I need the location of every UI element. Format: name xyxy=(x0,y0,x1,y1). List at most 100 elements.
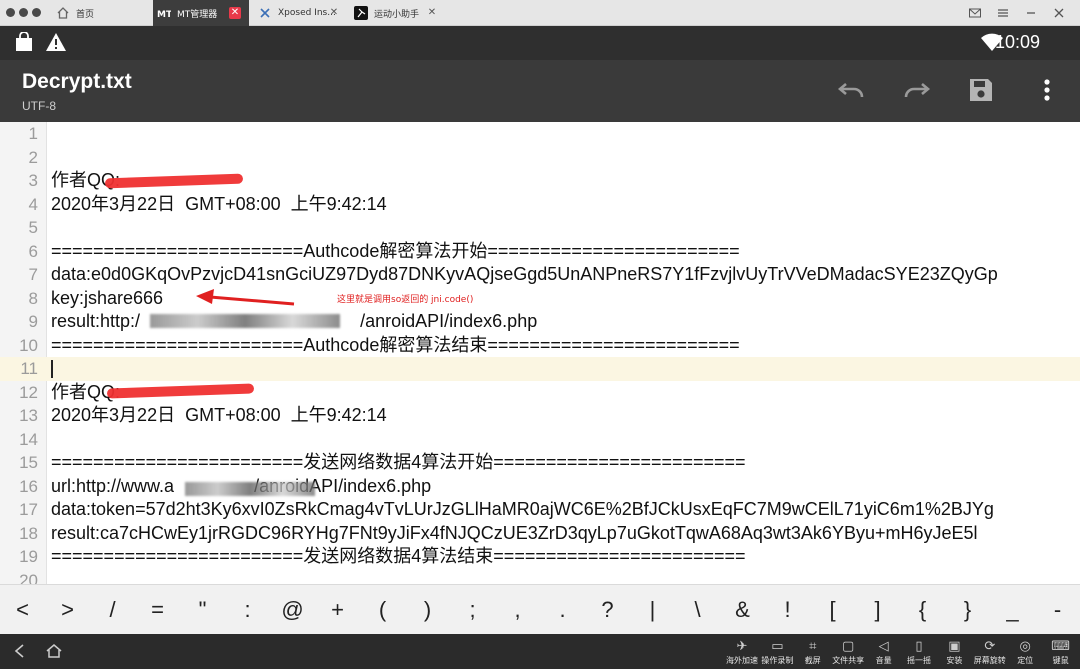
symbol-key[interactable]: \ xyxy=(675,585,720,635)
symbol-key[interactable]: ( xyxy=(360,585,405,635)
tab-mt-manager[interactable]: MT MT管理器 ✕ xyxy=(153,0,249,26)
text-editor[interactable]: 1 2 3 作者QQ: 4 2020年3月22日 GMT+08:00 上午9:42:14 5… xyxy=(0,122,1080,584)
symbol-key[interactable]: [ xyxy=(810,585,855,635)
toolbar-label: 文件共享 xyxy=(832,656,865,665)
symbol-key[interactable]: } xyxy=(945,585,990,635)
toolbar-button[interactable]: ◁ 音量 xyxy=(864,637,904,666)
symbol-key[interactable]: & xyxy=(720,585,765,635)
symbol-shortcut-bar: < > / = ": @ +();,.? | \ &![]{} _ - xyxy=(0,584,1080,635)
toolbar-button[interactable]: ✈ 海外加速 xyxy=(722,637,762,666)
symbol-key[interactable]: ] xyxy=(855,585,900,635)
close-icon[interactable]: ✕ xyxy=(229,7,241,19)
window-dot-2[interactable] xyxy=(19,8,28,17)
toolbar-label: 海外加速 xyxy=(726,656,758,665)
symbol-key[interactable]: ; xyxy=(450,585,495,635)
tab-label: 运动小助手 xyxy=(374,9,420,20)
window-dot-1[interactable] xyxy=(6,8,15,17)
toolbar-label: 定位 xyxy=(1017,656,1034,665)
shake-icon: ▯ xyxy=(915,638,923,654)
toolbar-button[interactable]: ▭ 操作录制 xyxy=(757,637,797,666)
toolbar-button[interactable]: ◎ 定位 xyxy=(1005,637,1045,666)
editor-line[interactable]: 6 ========================Authcode解密算法开始=… xyxy=(0,240,1080,264)
symbol-key[interactable]: @ xyxy=(270,585,315,635)
tab-xposed[interactable]: Xposed Ins... ✕ xyxy=(252,0,348,26)
symbol-key[interactable]: | xyxy=(630,585,675,635)
symbol-key[interactable]: " xyxy=(180,585,225,635)
undo-icon xyxy=(837,80,867,104)
more-options-button[interactable] xyxy=(1029,74,1065,110)
editor-line[interactable]: 1 xyxy=(0,122,1080,146)
rotate-icon: ⟳ xyxy=(984,638,996,654)
symbol-key[interactable]: ! xyxy=(765,585,810,635)
line-text: 2020年3月22日 GMT+08:00 上午9:42:14 xyxy=(51,193,387,214)
symbol-key[interactable]: : xyxy=(225,585,270,635)
line-number: 7 xyxy=(28,265,38,284)
editor-line[interactable]: 10 ========================Authcode解密算法结束… xyxy=(0,334,1080,358)
symbol-key[interactable]: ? xyxy=(585,585,630,635)
toolbar-button[interactable]: ▯ 摇一摇 xyxy=(899,637,939,666)
record-icon: ▭ xyxy=(771,638,784,654)
close-icon[interactable]: ✕ xyxy=(426,7,438,19)
warning-icon xyxy=(45,32,67,56)
line-text: ========================发送网络数据4算法结束=====… xyxy=(51,546,746,566)
symbol-key[interactable]: / xyxy=(90,585,135,635)
minimize-icon[interactable] xyxy=(1024,5,1038,24)
menu-icon[interactable] xyxy=(996,5,1010,24)
editor-line[interactable]: 14 xyxy=(0,428,1080,452)
save-button[interactable] xyxy=(963,74,999,110)
home-nav-icon[interactable] xyxy=(45,643,63,663)
editor-line[interactable]: 15 ========================发送网络数据4算法开始===… xyxy=(0,451,1080,475)
symbol-key[interactable]: _ xyxy=(990,585,1035,635)
line-number: 11 xyxy=(20,359,38,378)
toolbar-label: 屏幕旋转 xyxy=(973,656,1006,665)
editor-line[interactable]: 13 2020年3月22日 GMT+08:00 上午9:42:14 xyxy=(0,404,1080,428)
editor-line[interactable]: 7 data:e0d0GKqOvPzvjcD41snGciUZ97Dyd87DNK… xyxy=(0,263,1080,287)
symbol-key[interactable]: < xyxy=(0,585,45,635)
symbol-key[interactable]: - xyxy=(1035,585,1080,635)
mt-app-icon: MT xyxy=(157,6,171,20)
symbol-key[interactable]: , xyxy=(495,585,540,635)
line-number: 5 xyxy=(28,218,38,237)
line-number: 9 xyxy=(28,312,38,331)
editor-line[interactable]: 5 xyxy=(0,216,1080,240)
line-number: 2 xyxy=(28,147,38,167)
symbol-key[interactable]: ) xyxy=(405,585,450,635)
toolbar-button[interactable]: ▢ 文件共享 xyxy=(828,637,868,666)
tab-sport-helper[interactable]: 运动小助手 ✕ xyxy=(350,0,446,26)
editor-line[interactable]: 18 result:ca7cHCwEy1jrRGDC96RYHg7FNt9yJiF… xyxy=(0,522,1080,546)
symbol-key[interactable]: > xyxy=(45,585,90,635)
close-icon[interactable]: ✕ xyxy=(328,7,340,19)
editor-line[interactable]: 11 xyxy=(0,357,1080,381)
line-number: 4 xyxy=(28,194,38,214)
editor-line[interactable]: 2 xyxy=(0,146,1080,170)
editor-line[interactable]: 16 url:http://www.a /anroidAPI/index6.php xyxy=(0,475,1080,499)
editor-line[interactable]: 8 key:jshare666 xyxy=(0,287,1080,311)
toolbar-button[interactable]: ⌗ 截屏 xyxy=(793,637,833,666)
toolbar-button[interactable]: ⌨ 键鼠 xyxy=(1041,637,1080,666)
editor-line[interactable]: 4 2020年3月22日 GMT+08:00 上午9:42:14 xyxy=(0,193,1080,217)
line-number: 17 xyxy=(19,500,38,519)
editor-line[interactable]: 19 ========================发送网络数据4算法结束===… xyxy=(0,545,1080,569)
toolbar-button[interactable]: ▣ 安装 xyxy=(934,637,974,666)
line-text: result:ca7cHCwEy1jrRGDC96RYHg7FNt9yJiFx4… xyxy=(51,522,978,543)
save-icon xyxy=(968,77,994,107)
toolbar-button[interactable]: ⟳ 屏幕旋转 xyxy=(970,637,1010,666)
window-dot-3[interactable] xyxy=(32,8,41,17)
mail-icon[interactable] xyxy=(968,5,982,24)
shopping-bag-icon xyxy=(13,31,35,56)
redo-button[interactable] xyxy=(898,74,934,110)
line-text: key:jshare666 xyxy=(51,287,164,308)
close-window-icon[interactable] xyxy=(1052,5,1066,24)
editor-line[interactable]: 17 data:token=57d2ht3Ky6xvI0ZsRkCmag4vTvL… xyxy=(0,498,1080,522)
symbol-key[interactable]: . xyxy=(540,585,585,635)
status-bar: 10:09 xyxy=(0,26,1080,60)
back-icon[interactable] xyxy=(12,643,28,663)
editor-line[interactable]: 20 xyxy=(0,569,1080,585)
tab-home[interactable]: 首页 xyxy=(56,0,152,26)
file-title: Decrypt.txt xyxy=(22,70,132,93)
symbol-key[interactable]: { xyxy=(900,585,945,635)
symbol-key[interactable]: = xyxy=(135,585,180,635)
line-text: ========================发送网络数据4算法开始=====… xyxy=(51,452,746,472)
symbol-key[interactable]: + xyxy=(315,585,360,635)
undo-button[interactable] xyxy=(834,74,870,110)
